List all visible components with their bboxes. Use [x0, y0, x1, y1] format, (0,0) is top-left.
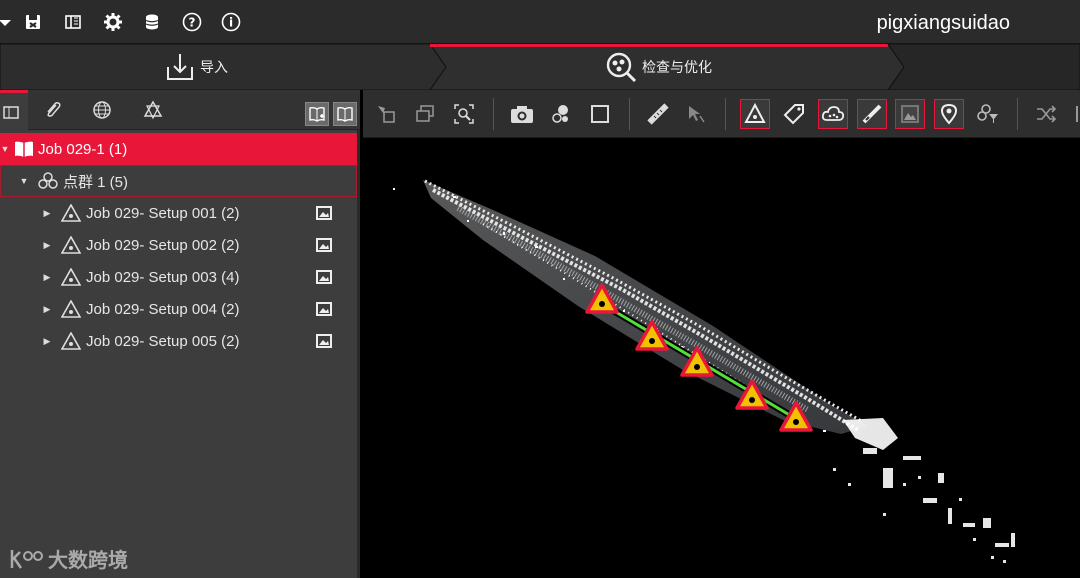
- cloud-filter-icon[interactable]: [973, 99, 1003, 129]
- caret-right-icon[interactable]: ▶: [42, 272, 52, 282]
- geometry-icon: [143, 100, 163, 120]
- tree-item-setup[interactable]: ▶ Job 029- Setup 003 (4): [0, 261, 357, 293]
- workflow-tabs: 导入 检查与优化: [0, 44, 1080, 90]
- pointer-icon[interactable]: [681, 99, 711, 129]
- setup-marker-icon[interactable]: [735, 379, 769, 411]
- caret-down-icon[interactable]: ▼: [19, 176, 29, 186]
- viewport-toolbar: [363, 90, 1080, 138]
- select-region-icon[interactable]: [371, 99, 401, 129]
- setup-marker-icon[interactable]: [779, 401, 813, 433]
- cloud-icon[interactable]: [818, 99, 848, 129]
- panels-icon[interactable]: [62, 11, 84, 33]
- toolbar-separator: [1017, 98, 1018, 130]
- tree-item-label: Job 029- Setup 001 (2): [86, 204, 240, 222]
- tree-item-setup[interactable]: ▶ Job 029- Setup 001 (2): [0, 197, 357, 229]
- folder-icon: [3, 105, 19, 119]
- database-icon[interactable]: [141, 11, 163, 33]
- tab-inspect[interactable]: 检查与优化: [604, 44, 712, 90]
- zoom-extent-icon[interactable]: [449, 99, 479, 129]
- tab-inspect-label: 检查与优化: [642, 59, 712, 75]
- book-plus-icon: [309, 106, 325, 122]
- watermark: 大数跨境: [8, 544, 128, 573]
- image-icon[interactable]: [315, 237, 333, 253]
- project-tree-panel: ▼ Job 029-1 (1) ▼ 点群 1 (5) ▶ Job 029- Se…: [0, 90, 360, 578]
- image-icon[interactable]: [315, 301, 333, 317]
- shuffle-icon[interactable]: [1031, 99, 1061, 129]
- point-cloud-viewport[interactable]: [363, 138, 1080, 578]
- tree-item-setup[interactable]: ▶ Job 029- Setup 002 (2): [0, 229, 357, 261]
- tree-item-label: Job 029- Setup 005 (2): [86, 332, 240, 350]
- setup-triangle-icon: [61, 204, 81, 222]
- camera-icon[interactable]: [507, 99, 537, 129]
- tab-import-label: 导入: [200, 59, 228, 75]
- watermark-text: 大数跨境: [48, 550, 128, 572]
- measure-icon[interactable]: [643, 99, 673, 129]
- svg-text:i: i: [229, 16, 233, 30]
- settings-icon[interactable]: [102, 11, 124, 33]
- job-book-icon: [15, 141, 33, 157]
- toolbar-separator: [725, 98, 726, 130]
- point-cloud-render: [393, 179, 1015, 563]
- setup-marker-icon[interactable]: [680, 346, 714, 378]
- image-icon[interactable]: [315, 205, 333, 221]
- tree-item-label: Job 029-1 (1): [38, 140, 128, 158]
- tree-item-label: Job 029- Setup 002 (2): [86, 236, 240, 254]
- info-icon[interactable]: i: [220, 11, 242, 33]
- tree-item-setup[interactable]: ▶ Job 029- Setup 004 (2): [0, 293, 357, 325]
- inspect-icon: [606, 52, 637, 83]
- toolbar-separator: [629, 98, 630, 130]
- caret-right-icon[interactable]: ▶: [42, 336, 52, 346]
- tree-item-job[interactable]: ▼ Job 029-1 (1): [0, 133, 357, 165]
- add-job-button[interactable]: [305, 102, 329, 126]
- tree-item-pointcloud[interactable]: ▼ 点群 1 (5): [0, 165, 357, 197]
- tree-item-label: 点群 1 (5): [63, 173, 129, 191]
- import-icon: [167, 54, 193, 80]
- setup-triangle-icon: [61, 268, 81, 286]
- tree-item-label: Job 029- Setup 003 (4): [86, 268, 240, 286]
- project-tab[interactable]: [0, 90, 28, 130]
- points-icon[interactable]: [546, 99, 576, 129]
- panel-tabs: [0, 90, 360, 130]
- toolbar-separator: [493, 98, 494, 130]
- dropdown-icon[interactable]: [0, 11, 16, 33]
- top-bar: ? i pigxiangsuidao: [0, 0, 1080, 44]
- setup-triangle-icon: [61, 332, 81, 350]
- paperclip-icon: [47, 102, 61, 117]
- caret-right-icon[interactable]: ▶: [42, 208, 52, 218]
- geo-tab[interactable]: [136, 90, 170, 130]
- caret-down-icon[interactable]: ▼: [0, 144, 10, 154]
- project-title: pigxiangsuidao: [876, 12, 1010, 34]
- box-icon[interactable]: [585, 99, 615, 129]
- scan-line-icon[interactable]: [857, 99, 887, 129]
- globe-tab[interactable]: [85, 90, 119, 130]
- layers-icon[interactable]: [410, 99, 440, 129]
- svg-text:?: ?: [189, 16, 196, 30]
- job-options-button[interactable]: [333, 102, 357, 126]
- setup-triangle-icon: [61, 236, 81, 254]
- setup-marker-icon[interactable]: [740, 99, 770, 129]
- setup-triangle-icon: [61, 300, 81, 318]
- point-cloud-icon: [38, 172, 58, 189]
- book-icon: [337, 106, 353, 122]
- image-icon[interactable]: [315, 333, 333, 349]
- globe-icon: [93, 101, 111, 119]
- image-view-icon[interactable]: [895, 99, 925, 129]
- image-icon[interactable]: [315, 269, 333, 285]
- caret-right-icon[interactable]: ▶: [42, 240, 52, 250]
- setup-marker-icon[interactable]: [585, 283, 619, 315]
- tab-import[interactable]: 导入: [164, 44, 228, 90]
- watermark-logo-icon: [10, 549, 43, 569]
- location-pin-icon[interactable]: [934, 99, 964, 129]
- save-icon[interactable]: [22, 11, 44, 33]
- tag-icon[interactable]: [779, 99, 809, 129]
- tree-item-label: Job 029- Setup 004 (2): [86, 300, 240, 318]
- help-icon[interactable]: ?: [181, 11, 203, 33]
- caret-right-icon[interactable]: ▶: [42, 304, 52, 314]
- edit-tab[interactable]: [36, 90, 70, 130]
- more-tools-icon[interactable]: [1067, 99, 1080, 129]
- tree-item-setup[interactable]: ▶ Job 029- Setup 005 (2): [0, 325, 357, 357]
- setup-marker-icon[interactable]: [635, 320, 669, 352]
